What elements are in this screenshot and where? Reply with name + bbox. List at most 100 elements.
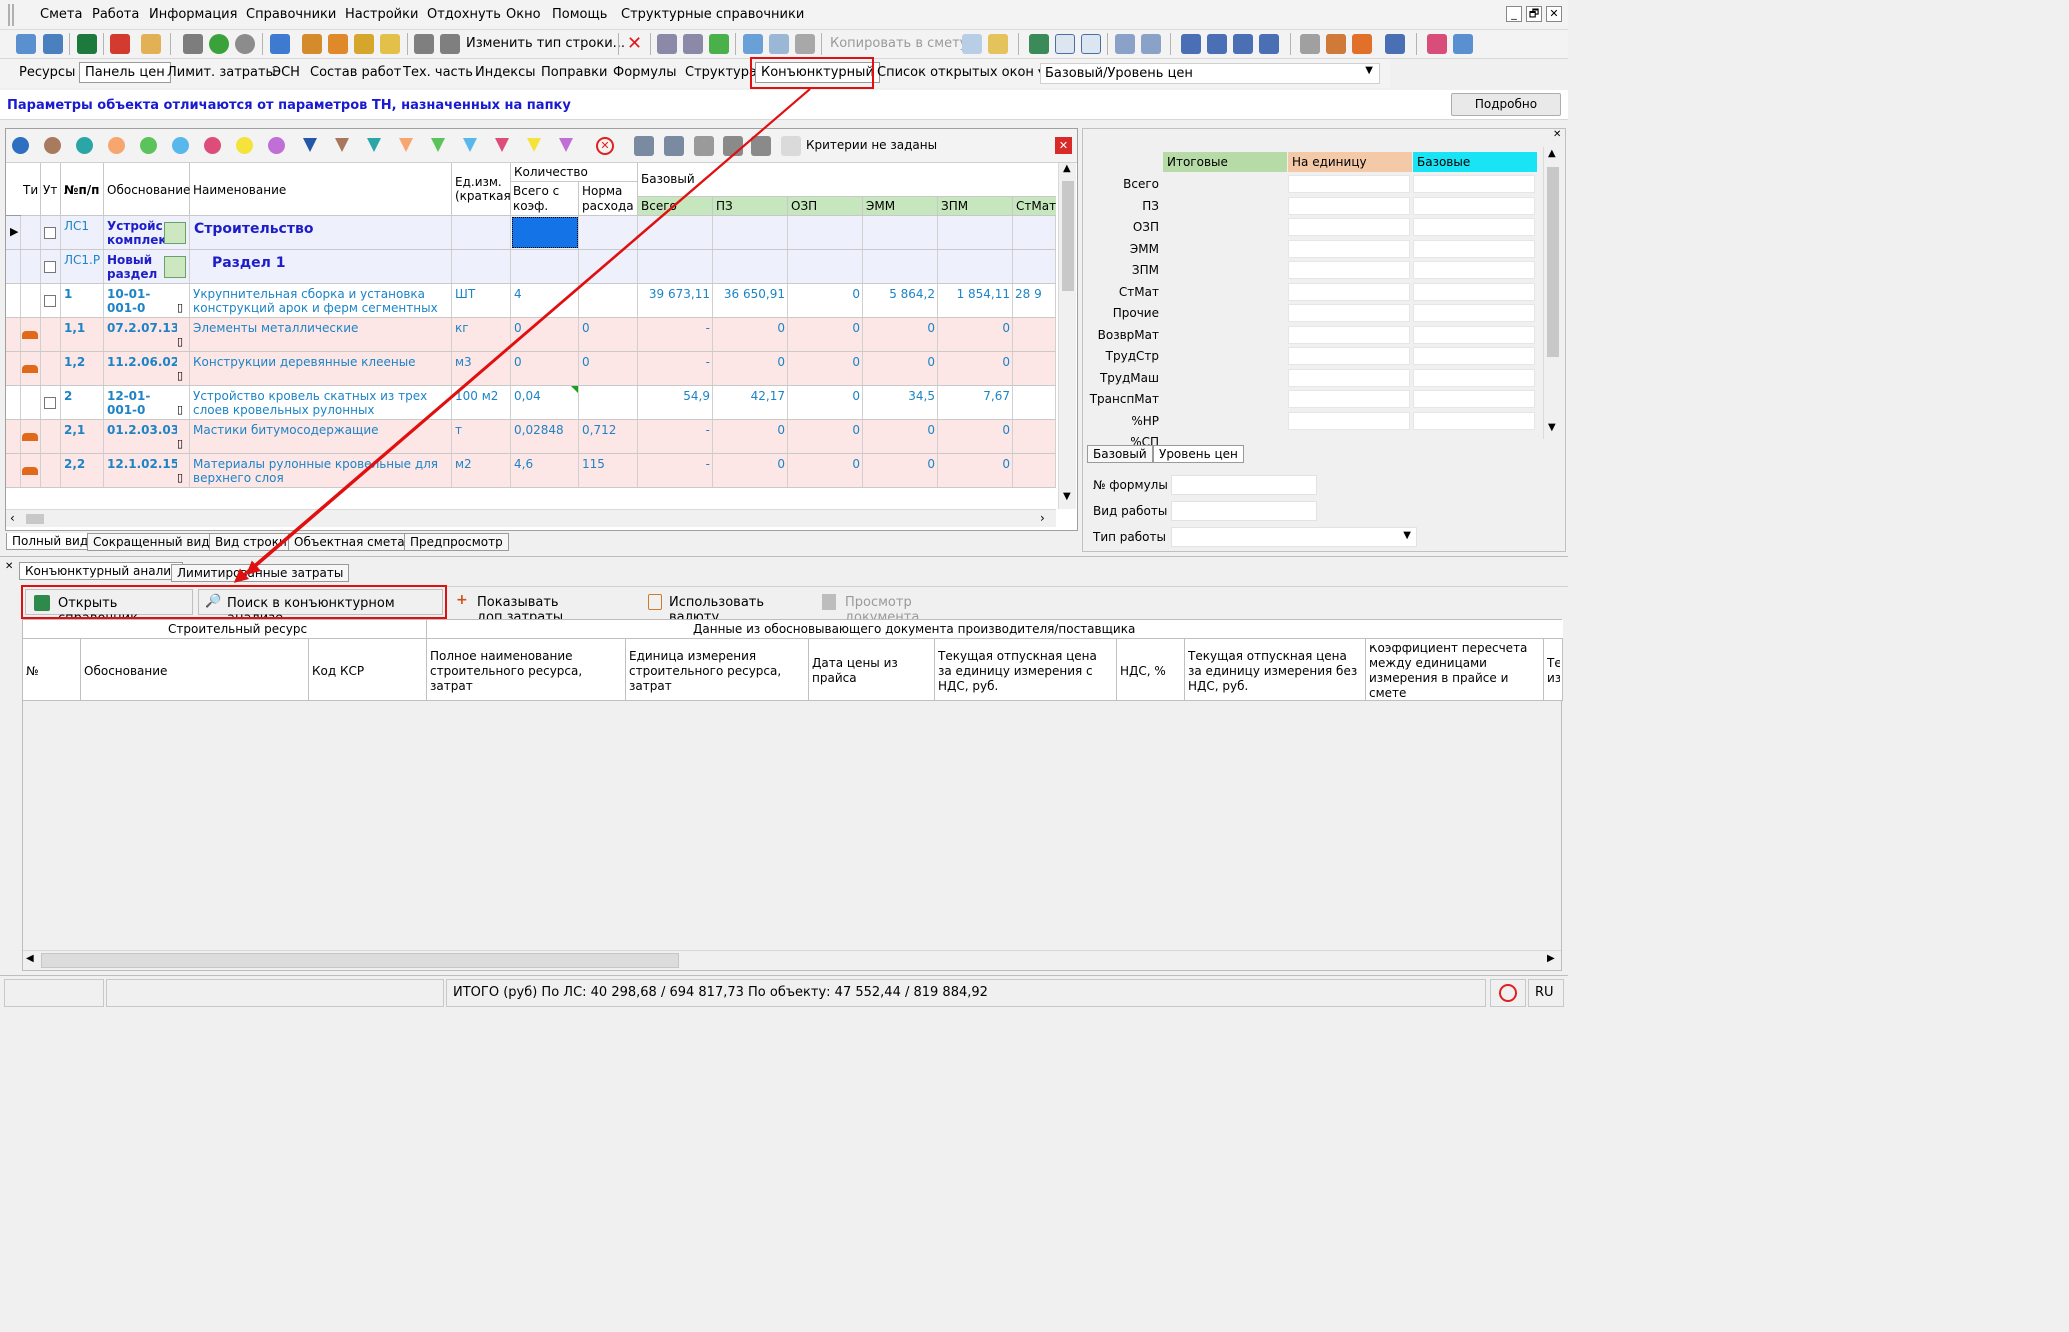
excel-icon[interactable] — [77, 34, 97, 54]
comment-icon[interactable] — [380, 34, 400, 54]
totals-value-field[interactable] — [1413, 390, 1535, 408]
col-emm[interactable]: ЭММ — [866, 199, 895, 213]
scroll-down-icon[interactable]: ▼ — [1063, 491, 1071, 502]
tree-icon[interactable] — [354, 34, 374, 54]
menu-rest[interactable]: Отдохнуть — [427, 7, 501, 22]
tab-tech-part[interactable]: Тех. часть — [403, 65, 473, 80]
analysis-col-header[interactable]: НДС, % — [1117, 639, 1185, 701]
totals-scroll-thumb[interactable] — [1547, 167, 1559, 357]
table-row[interactable]: 2 12-01-001-0 ▯ Устройство кровель скатных … — [6, 386, 1056, 420]
indent-icon-1[interactable] — [1181, 34, 1201, 54]
close-filter-icon[interactable]: ✕ — [1055, 137, 1072, 154]
folder-icon[interactable] — [988, 34, 1008, 54]
totals-value-field[interactable] — [1413, 368, 1535, 387]
col-num[interactable]: №п/п — [64, 183, 99, 197]
tab-limited-costs-bottom[interactable]: Лимитированные затраты — [171, 564, 350, 582]
tab-work-composition[interactable]: Состав работ — [310, 65, 401, 80]
col-zpm[interactable]: ЗПМ — [941, 199, 968, 213]
hammer-icon[interactable] — [1300, 34, 1320, 54]
menu-window[interactable]: Окно — [506, 7, 541, 22]
delete-icon[interactable]: ✕ — [627, 33, 642, 54]
status-lang[interactable]: RU — [1528, 979, 1564, 1007]
indent-icon-2[interactable] — [1207, 34, 1227, 54]
totals-value-field[interactable] — [1288, 282, 1410, 301]
table-row[interactable]: 1,2 11.2.06.02 ▯ Конструкции деревянные кле… — [6, 352, 1056, 386]
view-tab-preview[interactable]: Предпросмотр — [404, 533, 509, 551]
menu-structural-refs[interactable]: Структурные справочники — [621, 7, 804, 22]
totals-value-field[interactable] — [1288, 196, 1410, 215]
tab-esn[interactable]: ЭСН — [272, 65, 300, 80]
menu-rabota[interactable]: Работа — [92, 7, 139, 22]
totals-tab-base[interactable]: Базовый — [1087, 445, 1153, 463]
pp-doc-icon[interactable] — [1081, 34, 1101, 54]
hscroll-thumb[interactable] — [26, 514, 44, 524]
analysis-scroll-right-icon[interactable]: ▶ — [1547, 953, 1555, 964]
totals-value-field[interactable] — [1288, 368, 1410, 387]
clear-filter-icon[interactable]: ✕ — [596, 137, 614, 155]
analysis-col-header[interactable]: Дата цены из прайса — [809, 639, 935, 701]
analysis-col-header[interactable]: Обоснование — [81, 639, 309, 701]
tab-open-windows[interactable]: Список открытых окон ▾ — [877, 65, 1045, 80]
copy-to-estimate-icon[interactable] — [962, 34, 982, 54]
col-name[interactable]: Наименование — [193, 183, 286, 197]
color-filter-circle-icon[interactable] — [12, 137, 29, 154]
totals-close-icon[interactable]: ✕ — [1553, 129, 1561, 140]
restore-button[interactable]: 🗗 — [1526, 6, 1542, 22]
col-unit[interactable]: Ед.изм. (краткая) — [455, 175, 510, 205]
row-checkbox[interactable] — [44, 397, 56, 409]
close-button[interactable]: ✕ — [1546, 6, 1562, 22]
filter-gray-icon[interactable] — [694, 136, 714, 156]
color-filter-circle-icon[interactable] — [44, 137, 61, 154]
books-icon-2[interactable] — [1453, 34, 1473, 54]
price-level-select[interactable]: Базовый/Уровень цен ▼ — [1040, 63, 1380, 84]
totals-value-field[interactable] — [1288, 175, 1410, 193]
reference-icon-1[interactable] — [657, 34, 677, 54]
minimize-button[interactable]: _ — [1506, 6, 1522, 22]
totals-value-field[interactable] — [1413, 304, 1535, 322]
totals-value-field[interactable] — [1288, 304, 1410, 322]
color-funnel-icon[interactable] — [559, 138, 573, 152]
undo-icon[interactable] — [235, 34, 255, 54]
scroll-thumb[interactable] — [1062, 181, 1074, 291]
analysis-col-header[interactable]: № — [23, 639, 81, 701]
details-button[interactable]: Подробно — [1451, 93, 1561, 116]
totals-vscrollbar[interactable]: ▲ ▼ — [1543, 147, 1561, 439]
totals-value-field[interactable] — [1288, 261, 1410, 279]
analysis-hscrollbar[interactable]: ◀ ▶ — [23, 950, 1561, 970]
totals-value-field[interactable] — [1288, 347, 1410, 365]
totals-value-field[interactable] — [1413, 347, 1535, 365]
color-funnel-icon[interactable] — [463, 138, 477, 152]
totals-value-field[interactable] — [1413, 282, 1535, 301]
row-checkbox[interactable] — [44, 295, 56, 307]
grid-config-icon-1[interactable] — [634, 136, 654, 156]
table-row[interactable]: 2,1 01.2.03.03 ▯ Мастики битумосодержащие т 0… — [6, 420, 1056, 454]
totals-value-field[interactable] — [1288, 390, 1410, 408]
menu-smeta[interactable]: Смета — [40, 7, 82, 22]
grid-vscrollbar[interactable]: ▲ ▼ — [1058, 163, 1076, 509]
analysis-close-icon[interactable]: ✕ — [5, 561, 13, 572]
view-tab-object[interactable]: Объектная смета — [288, 533, 411, 551]
color-filter-circle-icon[interactable] — [172, 137, 189, 154]
job-type-select[interactable]: ▼ — [1171, 527, 1417, 547]
color-funnel-icon[interactable] — [527, 138, 541, 152]
truck-icon[interactable] — [1326, 34, 1346, 54]
totals-value-field[interactable] — [1288, 239, 1410, 258]
analysis-hscroll-thumb[interactable] — [41, 953, 679, 968]
indent-icon-4[interactable] — [1259, 34, 1279, 54]
color-filter-circle-icon[interactable] — [236, 137, 253, 154]
totals-scroll-up-icon[interactable]: ▲ — [1548, 148, 1556, 159]
reference-icon-2[interactable] — [683, 34, 703, 54]
color-funnel-icon[interactable] — [495, 138, 509, 152]
row-checkbox[interactable] — [44, 261, 56, 273]
totals-value-field[interactable] — [1413, 239, 1535, 258]
paste-icon[interactable] — [795, 34, 815, 54]
view-tab-row[interactable]: Вид строки — [209, 533, 293, 551]
scroll-left-icon[interactable]: ‹ — [10, 511, 15, 525]
indent-icon-3[interactable] — [1233, 34, 1253, 54]
row-type-icon-2[interactable] — [440, 34, 460, 54]
color-funnel-icon[interactable] — [303, 138, 317, 152]
color-filter-circle-icon[interactable] — [140, 137, 157, 154]
table-row[interactable]: 2,2 12.1.02.15 ▯ Материалы рулонные кровель… — [6, 454, 1056, 488]
totals-value-field[interactable] — [1413, 196, 1535, 215]
use-currency-button[interactable]: Использовать валюту — [642, 589, 812, 625]
